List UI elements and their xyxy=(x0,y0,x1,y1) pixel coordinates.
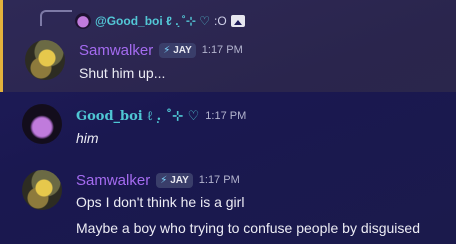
reply-text: :O xyxy=(214,14,227,28)
message-highlighted: @Good_boi ℓ .̣ ˚⊹ ♡ :O Samwalker ⚡ JAY 1… xyxy=(0,0,456,92)
tag-label: JAY xyxy=(170,174,189,186)
timestamp: 1:17 PM xyxy=(205,110,247,122)
reply-username[interactable]: @Good_boi ℓ .̣ ˚⊹ ♡ xyxy=(95,14,210,28)
lightning-bolt-icon: ⚡ xyxy=(163,44,171,56)
message-text: him xyxy=(76,130,99,146)
message-header: Samwalker ⚡ JAY 1:17 PM xyxy=(76,170,240,190)
guild-tag[interactable]: ⚡ JAY xyxy=(159,42,196,58)
avatar[interactable] xyxy=(25,40,65,80)
message: Samwalker ⚡ JAY 1:17 PM Ops I don't thin… xyxy=(0,166,456,244)
message-header: Good_boi ℓ .̣ ˚⊹ ♡ 1:17 PM xyxy=(76,106,246,126)
timestamp: 1:17 PM xyxy=(201,44,243,56)
message-text: Ops I don't think he is a girl xyxy=(76,194,245,210)
message-text: Shut him up... xyxy=(79,65,166,81)
timestamp: 1:17 PM xyxy=(198,174,240,186)
tag-label: JAY xyxy=(173,44,192,56)
message-header: Samwalker ⚡ JAY 1:17 PM xyxy=(79,40,243,60)
message-text: Maybe a boy who trying to confuse people… xyxy=(76,220,420,236)
reply-avatar xyxy=(75,13,91,29)
reply-connector xyxy=(40,10,72,26)
reply-preview[interactable]: @Good_boi ℓ .̣ ˚⊹ ♡ :O xyxy=(75,12,245,30)
guild-tag[interactable]: ⚡ JAY xyxy=(156,172,193,188)
username[interactable]: Samwalker xyxy=(76,172,150,189)
username[interactable]: Samwalker xyxy=(79,42,153,59)
image-icon xyxy=(230,15,245,27)
avatar[interactable] xyxy=(22,170,62,210)
message: Good_boi ℓ .̣ ˚⊹ ♡ 1:17 PM him xyxy=(0,100,456,160)
lightning-bolt-icon: ⚡ xyxy=(160,174,168,186)
username[interactable]: Good_boi ℓ .̣ ˚⊹ ♡ xyxy=(76,108,199,124)
avatar[interactable] xyxy=(22,104,62,144)
